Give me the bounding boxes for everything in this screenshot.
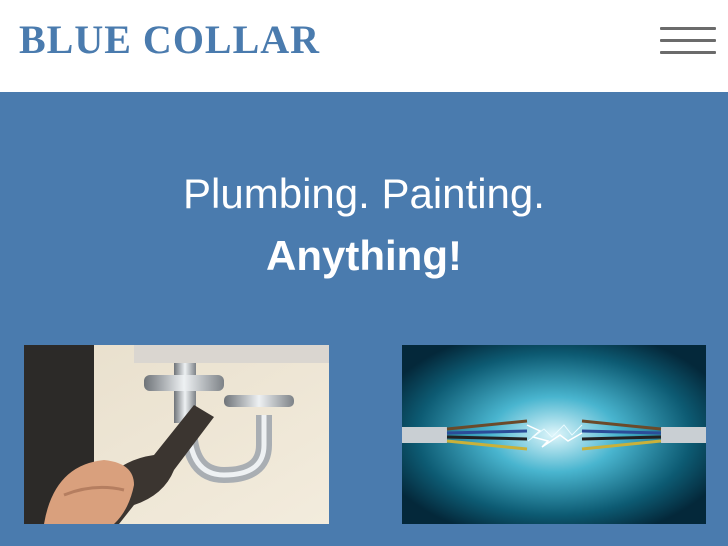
hero-headline-line2: Anything!	[266, 232, 462, 279]
hero-headline: Plumbing. Painting. Anything!	[0, 163, 728, 287]
menu-line	[660, 39, 716, 42]
electrical-image[interactable]	[402, 345, 706, 524]
hero-headline-line1: Plumbing. Painting.	[183, 170, 545, 217]
hamburger-menu-icon[interactable]	[660, 24, 716, 58]
menu-line	[660, 27, 716, 30]
site-logo[interactable]: BLUE COLLAR	[19, 18, 320, 62]
electrical-photo	[402, 345, 706, 524]
plumbing-image[interactable]	[24, 345, 329, 524]
site-header: BLUE COLLAR	[0, 0, 728, 92]
plumbing-photo	[24, 345, 329, 524]
menu-line	[660, 51, 716, 54]
